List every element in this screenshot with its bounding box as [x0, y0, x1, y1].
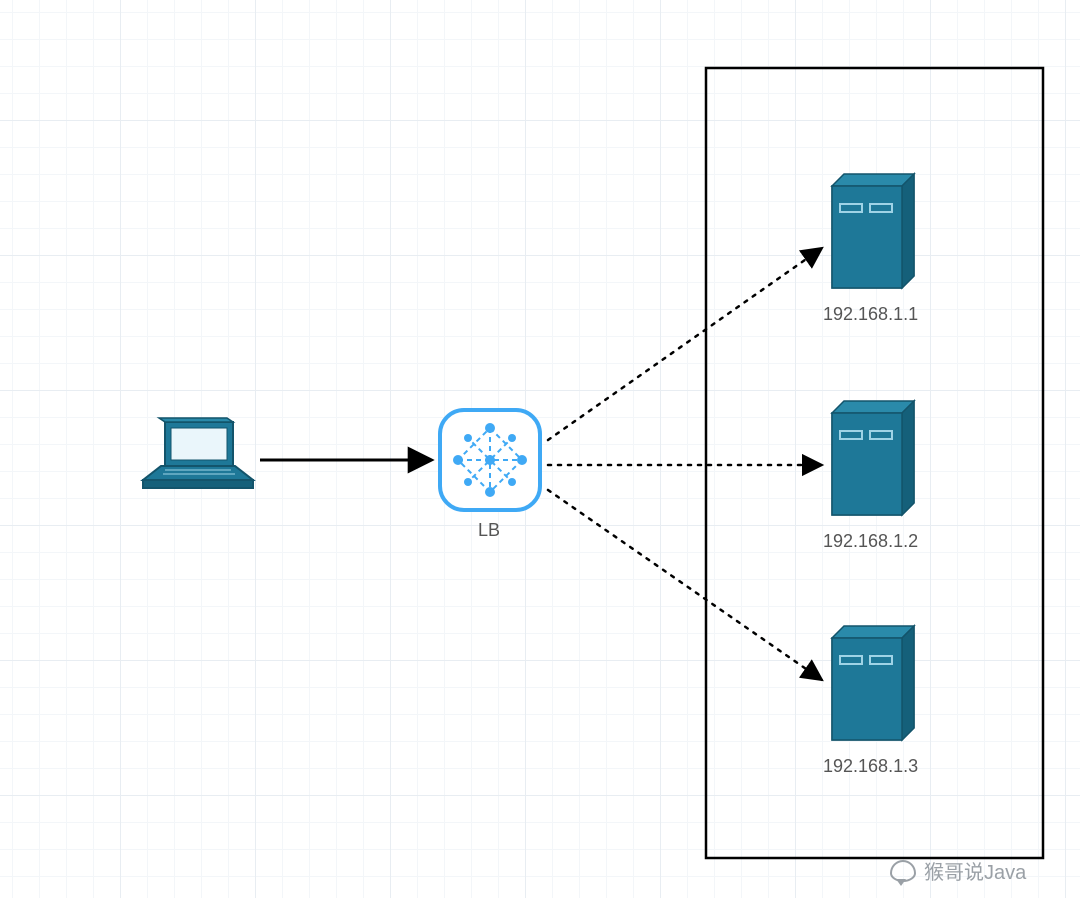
- server-3-label: 192.168.1.3: [823, 756, 918, 777]
- load-balancer-icon: [440, 410, 540, 510]
- server-1-label: 192.168.1.1: [823, 304, 918, 325]
- diagram-stage: LB 192.168.1.1 192.168.1.2 192.168.1.3 猴…: [0, 0, 1080, 898]
- laptop-icon: [143, 418, 253, 488]
- arrow-lb-to-server-3: [548, 490, 822, 680]
- server-1-icon: [832, 174, 914, 288]
- server-2-icon: [832, 401, 914, 515]
- watermark: 猴哥说Java: [890, 856, 1026, 885]
- server-cluster-box: [706, 68, 1043, 858]
- load-balancer-label: LB: [478, 520, 500, 541]
- watermark-text: 猴哥说Java: [924, 856, 1026, 885]
- server-3-icon: [832, 626, 914, 740]
- speech-bubble-icon: [890, 860, 916, 882]
- arrow-lb-to-server-1: [548, 248, 822, 440]
- server-2-label: 192.168.1.2: [823, 531, 918, 552]
